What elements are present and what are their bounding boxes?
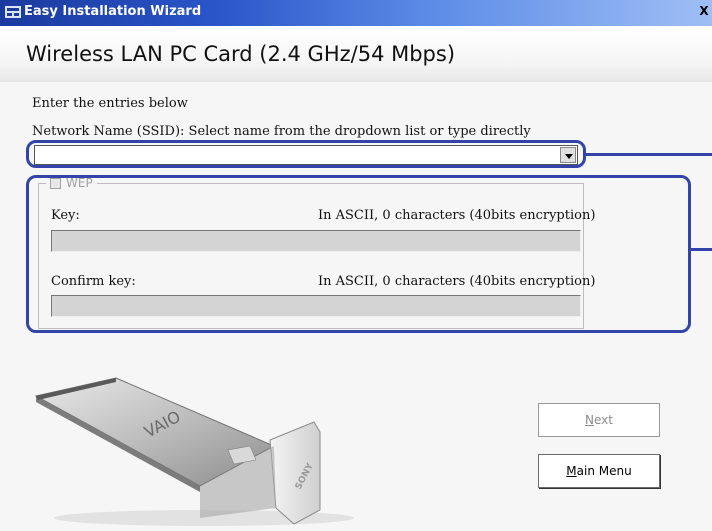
window-title: Easy Installation Wizard <box>24 4 202 19</box>
next-mnemonic: N <box>585 413 594 427</box>
ssid-callout-outline <box>26 140 586 168</box>
ssid-callout-leader <box>586 153 712 156</box>
main-menu-mnemonic: M <box>566 464 577 478</box>
window-titlebar[interactable]: Easy Installation Wizard X <box>0 0 712 26</box>
main-menu-button[interactable]: Main Menu <box>538 454 660 488</box>
wizard-content: Enter the entries below Network Name (SS… <box>0 82 712 531</box>
wep-callout-leader <box>690 248 712 251</box>
instruction-text: Enter the entries below <box>32 96 188 111</box>
app-icon <box>5 6 21 18</box>
main-menu-label-rest: ain Menu <box>576 464 632 478</box>
wep-callout-outline <box>26 175 691 333</box>
next-label-rest: ext <box>594 413 613 427</box>
next-button[interactable]: Next <box>538 403 660 437</box>
ssid-label: Network Name (SSID): Select name from th… <box>32 124 531 139</box>
close-icon[interactable]: X <box>698 4 710 20</box>
page-title: Wireless LAN PC Card (2.4 GHz/54 Mbps) <box>26 42 456 66</box>
wizard-header: Wireless LAN PC Card (2.4 GHz/54 Mbps) <box>0 26 712 82</box>
pc-card-illustration: VAIO SONY <box>34 377 354 526</box>
